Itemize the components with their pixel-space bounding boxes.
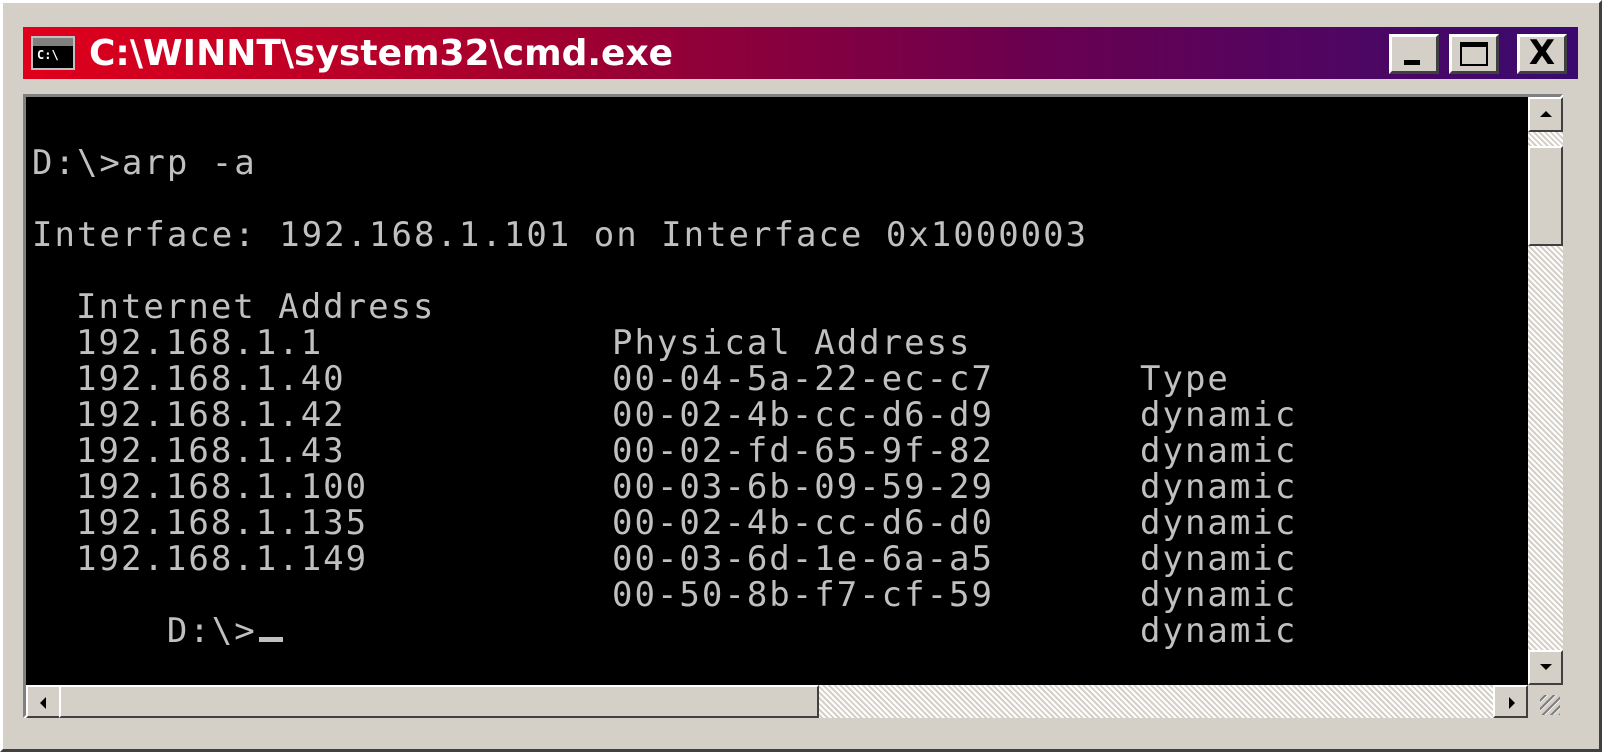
- row-internet-address: 192.168.1.149: [76, 539, 369, 579]
- minimize-button[interactable]: [1389, 34, 1439, 74]
- row-type: dynamic: [1140, 539, 1298, 579]
- arrow-down-icon: [1540, 664, 1552, 670]
- row-physical-address: 00-02-4b-cc-d6-d0: [612, 503, 994, 543]
- scroll-down-button[interactable]: [1528, 650, 1563, 685]
- scroll-up-button[interactable]: [1528, 97, 1563, 132]
- row-physical-address: 00-04-5a-22-ec-c7: [612, 359, 994, 399]
- interface-line: Interface: 192.168.1.101 on Interface 0x…: [32, 215, 1089, 255]
- resize-grip-icon[interactable]: [1528, 685, 1563, 718]
- horizontal-scrollbar[interactable]: [26, 685, 1528, 718]
- console-app-icon[interactable]: C:\: [31, 36, 75, 70]
- title-bar[interactable]: C:\ C:\WINNT\system32\cmd.exe X: [23, 27, 1578, 79]
- row-type: dynamic: [1140, 503, 1298, 543]
- header-type: Type: [1140, 359, 1230, 399]
- row-physical-address: 00-02-4b-cc-d6-d9: [612, 395, 994, 435]
- console-output[interactable]: D:\>arp -a Interface: 192.168.1.101 on I…: [26, 97, 1528, 685]
- scroll-right-button[interactable]: [1493, 685, 1528, 718]
- maximize-button[interactable]: [1449, 34, 1499, 74]
- window-title: C:\WINNT\system32\cmd.exe: [89, 32, 674, 74]
- console-icon-label: C:\: [37, 48, 59, 62]
- prompt-line[interactable]: D:\>: [32, 577, 283, 685]
- row-physical-address: 00-50-8b-f7-cf-59: [612, 575, 994, 615]
- arrow-up-icon: [1540, 111, 1552, 117]
- scroll-left-button[interactable]: [26, 685, 61, 718]
- row-physical-address: 00-02-fd-65-9f-82: [612, 431, 994, 471]
- arrow-right-icon: [1509, 697, 1515, 709]
- minimize-icon: [1404, 60, 1420, 65]
- row-type: dynamic: [1140, 395, 1298, 435]
- row-physical-address: 00-03-6b-09-59-29: [612, 467, 994, 507]
- row-type: dynamic: [1140, 431, 1298, 471]
- vertical-scrollbar[interactable]: [1528, 97, 1563, 685]
- horizontal-scroll-thumb[interactable]: [59, 685, 819, 718]
- row-physical-address: 00-03-6d-1e-6a-a5: [612, 539, 994, 579]
- cmd-window: C:\ C:\WINNT\system32\cmd.exe X D:\>arp …: [0, 0, 1602, 752]
- maximize-icon: [1460, 42, 1488, 66]
- close-button[interactable]: X: [1517, 33, 1567, 74]
- close-icon: X: [1528, 33, 1556, 73]
- prompt-text: D:\>: [166, 611, 257, 651]
- row-type: dynamic: [1140, 467, 1298, 507]
- row-type: dynamic: [1140, 575, 1298, 615]
- command-line: D:\>arp -a: [32, 143, 257, 183]
- row-type: dynamic: [1140, 611, 1298, 651]
- vertical-scroll-thumb[interactable]: [1528, 146, 1563, 246]
- text-cursor: [258, 637, 283, 642]
- header-physical-address: Physical Address: [612, 323, 972, 363]
- arrow-left-icon: [40, 697, 46, 709]
